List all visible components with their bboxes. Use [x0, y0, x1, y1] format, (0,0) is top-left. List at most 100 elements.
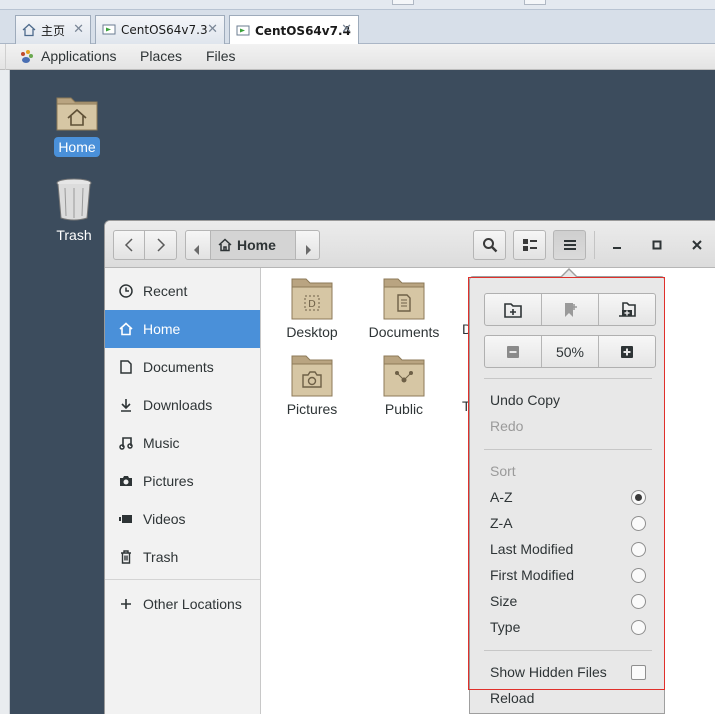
chevron-left-icon — [124, 238, 133, 252]
clock-icon — [119, 284, 133, 298]
vm-tab-home[interactable]: 主页 ✕ — [15, 15, 91, 44]
zoom-in-button[interactable] — [599, 336, 655, 367]
close-button[interactable] — [687, 235, 707, 255]
sort-type-radio[interactable] — [631, 620, 646, 635]
reload-item[interactable]: Reload — [490, 690, 534, 706]
path-home-button[interactable]: Home — [210, 231, 296, 259]
path-scroll-left-icon[interactable] — [194, 240, 200, 259]
forward-button[interactable] — [145, 231, 176, 259]
undo-copy-item[interactable]: Undo Copy — [490, 392, 560, 408]
back-button[interactable] — [114, 231, 146, 259]
redo-item: Redo — [490, 418, 524, 434]
sort-z-a-item[interactable]: Z-A — [490, 515, 513, 531]
sort-a-z-item[interactable]: A-Z — [490, 489, 513, 505]
zoom-out-button[interactable] — [485, 336, 542, 367]
file-item-partial[interactable]: T — [451, 352, 471, 414]
sidebar-item-trash[interactable]: Trash — [105, 538, 260, 576]
sidebar-item-pictures[interactable]: Pictures — [105, 462, 260, 500]
file-item-pictures[interactable]: Pictures — [267, 352, 357, 417]
sidebar-item-music[interactable]: Music — [105, 424, 260, 462]
home-icon — [22, 23, 36, 37]
view-toggle-button[interactable] — [513, 230, 546, 260]
path-scroll-right-icon[interactable] — [305, 240, 311, 259]
bookmark-icon — [565, 302, 577, 317]
vm-tab-bar: 主页 ✕ CentOS64v7.3 ✕ CentOS64v7.4 ✕ — [0, 10, 715, 45]
menu-button[interactable] — [553, 230, 586, 260]
music-icon — [119, 436, 133, 450]
files-menu[interactable]: Files — [206, 48, 236, 64]
trash-can-icon — [46, 176, 102, 225]
file-label: T — [462, 398, 471, 414]
sidebar-item-label: Trash — [143, 549, 179, 565]
sidebar-item-downloads[interactable]: Downloads — [105, 386, 260, 424]
nav-buttons — [113, 230, 177, 260]
new-tab-icon — [619, 301, 636, 317]
menu-separator — [484, 650, 652, 651]
file-label: Pictures — [286, 401, 338, 417]
new-folder-button[interactable] — [485, 294, 542, 325]
search-button[interactable] — [473, 230, 506, 260]
sidebar-item-documents[interactable]: Documents — [105, 348, 260, 386]
header-bar: Home — [105, 221, 715, 268]
documents-folder-icon — [359, 275, 449, 324]
document-icon — [119, 360, 133, 374]
close-icon[interactable]: ✕ — [73, 22, 84, 37]
vm-title-strip — [0, 0, 715, 10]
new-tab-button[interactable] — [599, 294, 655, 325]
file-item-partial[interactable]: D — [451, 275, 471, 337]
sidebar-item-label: Other Locations — [143, 596, 242, 612]
vm-tab-centos73[interactable]: CentOS64v7.3 ✕ — [95, 15, 225, 44]
public-folder-icon — [359, 352, 449, 401]
maximize-icon — [652, 240, 662, 250]
path-label: Home — [237, 237, 276, 253]
sort-size-item[interactable]: Size — [490, 593, 517, 609]
sort-last-modified-item[interactable]: Last Modified — [490, 541, 573, 557]
vm-strip-handle — [524, 0, 546, 5]
sidebar-item-videos[interactable]: Videos — [105, 500, 260, 538]
desktop-folder-icon: D — [267, 275, 357, 324]
vm-tab-label: CentOS64v7.4 — [255, 23, 351, 38]
sidebar-separator — [105, 579, 260, 580]
sidebar-item-label: Home — [143, 321, 181, 337]
close-icon[interactable]: ✕ — [207, 22, 218, 37]
sort-a-z-radio[interactable] — [631, 490, 646, 505]
sidebar-item-recent[interactable]: Recent — [105, 272, 260, 310]
file-label: Desktop — [286, 324, 338, 340]
vm-strip-handle — [392, 0, 414, 5]
vm-tab-centos74[interactable]: CentOS64v7.4 ✕ — [229, 15, 359, 45]
maximize-button[interactable] — [647, 235, 667, 255]
minimize-button[interactable] — [607, 235, 627, 255]
new-folder-icon — [504, 302, 522, 318]
sort-size-radio[interactable] — [631, 594, 646, 609]
desktop-trash-icon[interactable]: Trash — [46, 176, 102, 245]
sidebar-item-other-locations[interactable]: Other Locations — [105, 585, 260, 623]
sort-type-item[interactable]: Type — [490, 619, 520, 635]
sort-last-modified-radio[interactable] — [631, 542, 646, 557]
file-label: Documents — [368, 324, 440, 340]
places-menu[interactable]: Places — [140, 48, 182, 64]
show-hidden-files-checkbox[interactable] — [631, 665, 646, 680]
chevron-right-icon — [156, 238, 165, 252]
sort-first-modified-radio[interactable] — [631, 568, 646, 583]
zoom-level[interactable]: 50% — [542, 336, 599, 367]
bookmark-button[interactable] — [542, 294, 599, 325]
file-item-public[interactable]: Public — [359, 352, 449, 417]
desktop-icon-label: Home — [54, 137, 100, 157]
close-icon — [692, 240, 702, 250]
vm-tab-label: CentOS64v7.3 — [121, 23, 208, 37]
sort-first-modified-item[interactable]: First Modified — [490, 567, 574, 583]
file-item-documents[interactable]: Documents — [359, 275, 449, 340]
sort-z-a-radio[interactable] — [631, 516, 646, 531]
applications-menu[interactable]: Applications — [41, 48, 117, 64]
bar-edge — [0, 44, 6, 70]
svg-text:D: D — [308, 299, 316, 310]
zoom-out-icon — [507, 345, 519, 358]
file-label: D — [451, 321, 471, 337]
download-icon — [119, 398, 133, 412]
close-icon[interactable]: ✕ — [341, 22, 352, 37]
desktop-home-icon[interactable]: Home — [46, 88, 108, 157]
sidebar-item-home[interactable]: Home — [105, 310, 260, 348]
file-item-desktop[interactable]: D Desktop — [267, 275, 357, 340]
show-hidden-files-item[interactable]: Show Hidden Files — [490, 664, 607, 680]
zoom-in-icon — [621, 345, 633, 358]
